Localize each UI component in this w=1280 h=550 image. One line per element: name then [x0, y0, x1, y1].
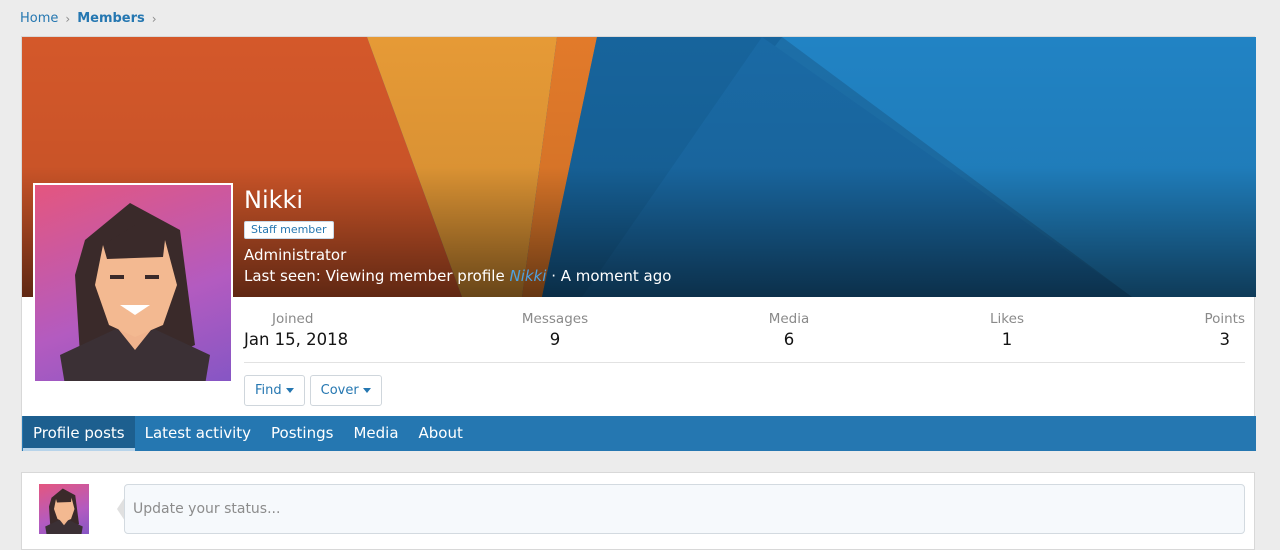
- breadcrumb-members[interactable]: Members: [77, 11, 145, 26]
- caret-down-icon: [362, 388, 371, 393]
- cover-button[interactable]: Cover: [309, 375, 382, 406]
- tab-profile-posts[interactable]: Profile posts: [23, 416, 135, 451]
- find-button[interactable]: Find: [244, 375, 305, 406]
- stat-value: 6: [783, 330, 795, 349]
- last-seen-link[interactable]: Nikki: [509, 267, 546, 285]
- stat-value: Jan 15, 2018: [244, 330, 349, 349]
- member-header: Nikki Staff member Administrator Last se…: [21, 36, 1256, 451]
- avatar-portrait-icon: [45, 488, 83, 534]
- stat-value: 1: [1001, 330, 1013, 349]
- stat-media[interactable]: Media 6: [769, 310, 810, 352]
- status-update-box: [21, 472, 1255, 550]
- stat-label: Likes: [990, 311, 1024, 327]
- stat-label: Media: [768, 311, 810, 327]
- breadcrumb-home[interactable]: Home: [20, 11, 58, 26]
- stat-joined: Joined Jan 15, 2018: [244, 310, 348, 352]
- avatar[interactable]: [33, 183, 233, 383]
- tab-latest-activity[interactable]: Latest activity: [135, 416, 261, 451]
- avatar-portrait-icon: [60, 203, 210, 381]
- divider: [244, 362, 1245, 363]
- member-title: Administrator: [244, 246, 347, 264]
- caret-down-icon: [285, 388, 294, 393]
- tab-about[interactable]: About: [409, 416, 473, 451]
- stat-likes[interactable]: Likes 1: [990, 310, 1024, 352]
- member-actions: Find Cover: [244, 375, 382, 406]
- find-button-label: Find: [255, 383, 282, 398]
- status-input[interactable]: [124, 484, 1245, 534]
- chevron-right-icon: ›: [151, 11, 157, 26]
- last-seen-text: Last seen: Viewing member profile: [244, 267, 505, 285]
- stat-messages[interactable]: Messages 9: [522, 310, 588, 352]
- stat-label: Messages: [521, 311, 589, 327]
- avatar[interactable]: [39, 484, 89, 534]
- stat-value: 9: [549, 330, 561, 349]
- chevron-right-icon: ›: [65, 11, 71, 26]
- member-name[interactable]: Nikki: [244, 185, 671, 215]
- profile-tabs: Profile posts Latest activity Postings M…: [22, 416, 1256, 451]
- cover-button-label: Cover: [320, 383, 359, 398]
- tab-media[interactable]: Media: [343, 416, 408, 451]
- stat-label: Joined: [272, 311, 314, 327]
- staff-badge: Staff member: [244, 221, 334, 239]
- stat-label: Points: [1204, 311, 1245, 327]
- last-seen: Last seen: Viewing member profile Nikki …: [244, 265, 671, 287]
- member-stats: Joined Jan 15, 2018 Messages 9 Media 6 L…: [244, 310, 1245, 362]
- member-info: Nikki Staff member Administrator Last se…: [244, 185, 671, 287]
- breadcrumb: Home › Members ›: [20, 11, 157, 26]
- tab-postings[interactable]: Postings: [261, 416, 343, 451]
- stat-points[interactable]: Points 3: [1204, 310, 1245, 352]
- last-seen-time: · A moment ago: [551, 267, 672, 285]
- stat-value: 3: [1219, 330, 1231, 349]
